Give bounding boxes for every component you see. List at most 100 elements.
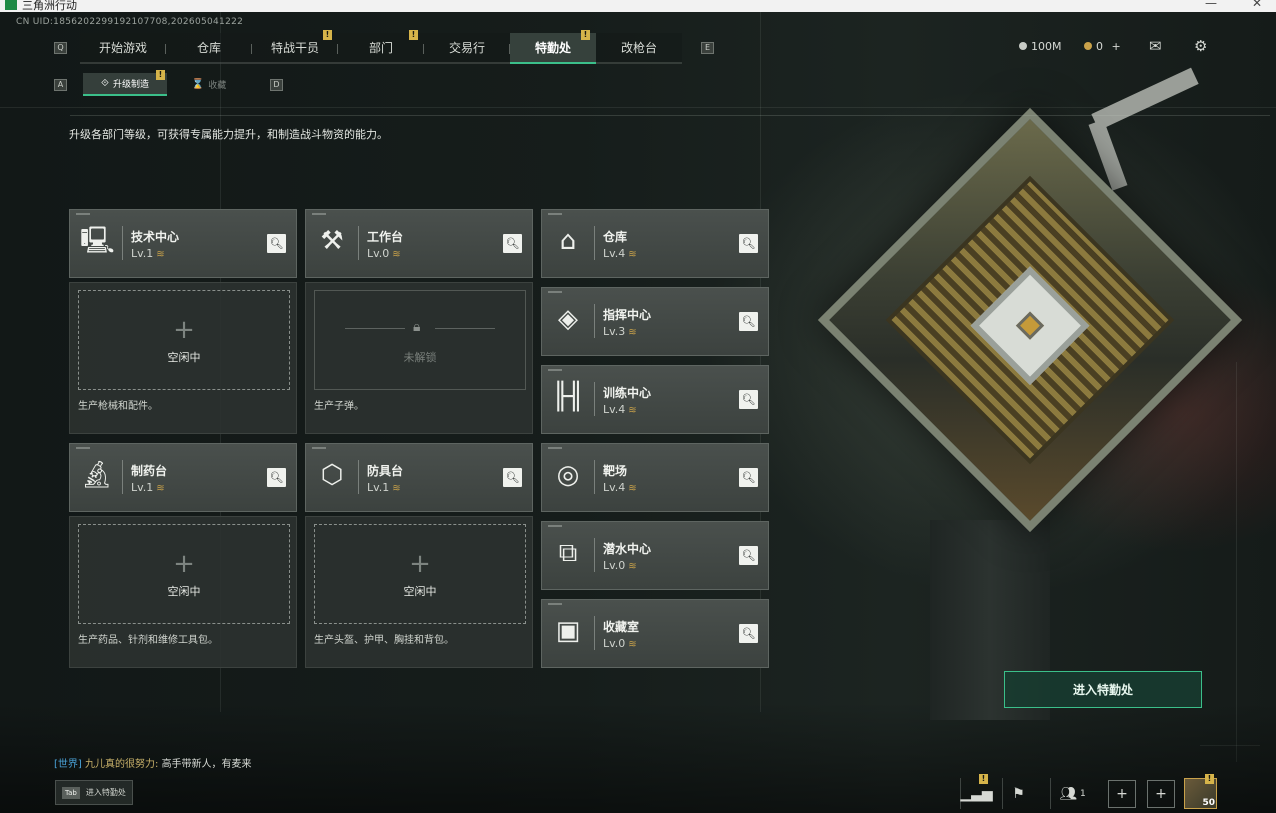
facility-card-tech-center[interactable]: 🖳 技术中心 Lv.1 ≋ 🔍︎ [69, 209, 297, 278]
search-icon[interactable]: 🔍︎ [739, 546, 758, 565]
friends-button[interactable]: 👥︎ 1 [1050, 778, 1094, 809]
production-panel-pharmacy: + 空闲中 生产药品、针剂和维修工具包。 [69, 516, 297, 668]
facility-name: 收藏室 [603, 620, 640, 634]
production-panel-armor-bench: + 空闲中 生产头盔、护甲、胸挂和背包。 [305, 516, 533, 668]
notification-badge: ! [581, 30, 590, 40]
subnav-next-key[interactable]: D [270, 79, 283, 91]
search-icon[interactable]: 🔍︎ [739, 468, 758, 487]
production-slot[interactable]: + 空闲中 [78, 524, 290, 624]
level-value: Lv.4 [603, 481, 626, 494]
command-icon: ◈ [558, 304, 578, 334]
subnav-prev-key[interactable]: A [54, 79, 67, 91]
section-divider [70, 115, 1270, 116]
facility-level: Lv.1 ≋ [131, 247, 165, 260]
search-icon[interactable]: 🔍︎ [739, 312, 758, 331]
facility-card-armor-bench[interactable]: ⬡ 防具台 Lv.1 ≋ 🔍︎ [305, 443, 533, 512]
gold-coin-icon [1084, 42, 1092, 50]
upgrade-arrow-icon: ≋ [156, 249, 165, 260]
facility-card-command-center[interactable]: ◈ 指挥中心 Lv.3 ≋ 🔍︎ [541, 287, 769, 356]
slot-status: 空闲中 [167, 351, 201, 364]
level-value: Lv.1 [131, 481, 154, 494]
silver-currency[interactable]: 100M [1019, 40, 1062, 53]
facility-level: Lv.1 ≋ [131, 481, 165, 494]
chat-message: 高手带新人，有麦来 [161, 759, 252, 770]
gear-icon[interactable]: ⚙ [1194, 37, 1207, 55]
facility-card-workbench[interactable]: ⚒ 工作台 Lv.0 ≋ 🔍︎ [305, 209, 533, 278]
tab-collection[interactable]: ⌛ 收藏 [167, 73, 251, 96]
nav-prev-key[interactable]: Q [54, 42, 67, 54]
close-button[interactable]: ✕ [1252, 0, 1262, 10]
facility-card-pharmacy[interactable]: 🔬︎ 制药台 Lv.1 ≋ 🔍︎ [69, 443, 297, 512]
upgrade-arrow-icon: ≋ [628, 561, 637, 572]
facility-name: 制药台 [131, 464, 168, 478]
search-icon[interactable]: 🔍︎ [739, 624, 758, 643]
player-avatar[interactable]: ! 50 [1184, 774, 1217, 809]
add-slot-button-2[interactable]: + [1147, 780, 1175, 808]
diving-mask-icon: ⧉ [558, 538, 578, 568]
facility-name: 防具台 [367, 464, 404, 478]
flag-icon: ⚑ [1012, 785, 1025, 802]
add-slot-button-1[interactable]: + [1108, 780, 1136, 808]
tab-shortcut-hint[interactable]: Tab 进入特勤处 [55, 780, 133, 805]
search-icon[interactable]: 🔍︎ [739, 390, 758, 409]
notification-badge: ! [409, 30, 418, 40]
facility-name: 技术中心 [131, 230, 180, 244]
facility-card-warehouse[interactable]: ⌂ 仓库 Lv.4 ≋ 🔍︎ [541, 209, 769, 278]
tab-special-ops[interactable]: 特勤处 ! [510, 30, 596, 64]
search-icon[interactable]: 🔍︎ [267, 234, 286, 253]
dumbbell-icon: ╟╢ [552, 382, 584, 412]
special-ops-cube-image [810, 100, 1250, 540]
tab-operators[interactable]: 特战干员 ! [252, 30, 338, 64]
tab-label: 特战干员 [270, 41, 319, 55]
facility-level: Lv.1 ≋ [367, 481, 401, 494]
upgrade-icon: ⟐ [101, 78, 109, 89]
nav-next-key[interactable]: E [701, 42, 714, 54]
tab-upgrade-craft[interactable]: ⟐ 升级制造 ! [83, 70, 167, 96]
stats-button[interactable]: ▁▃▅ ! [960, 774, 993, 809]
tab-department[interactable]: 部门 ! [338, 30, 424, 64]
facility-card-diving-center[interactable]: ⧉ 潜水中心 Lv.0 ≋ 🔍︎ [541, 521, 769, 590]
silver-amount: 100M [1031, 40, 1062, 53]
level-value: Lv.0 [603, 637, 626, 650]
minimize-button[interactable]: — [1205, 0, 1217, 10]
facility-level: Lv.3 ≋ [603, 325, 637, 338]
search-icon[interactable]: 🔍︎ [503, 468, 522, 487]
facility-card-collection-room[interactable]: ▣ 收藏室 Lv.0 ≋ 🔍︎ [541, 599, 769, 668]
level-value: Lv.3 [603, 325, 626, 338]
gold-currency[interactable]: 0 + [1084, 40, 1121, 53]
upgrade-arrow-icon: ≋ [628, 405, 637, 416]
tab-gunsmith[interactable]: 改枪台 [596, 33, 682, 64]
flag-button[interactable]: ⚑ [1002, 778, 1034, 809]
chat-channel: [世界] [54, 759, 82, 770]
level-value: Lv.1 [367, 481, 390, 494]
world-chat-line[interactable]: [世界] 九儿真的很努力: 高手带新人，有麦来 [54, 755, 252, 770]
upgrade-arrow-icon: ≋ [156, 483, 165, 494]
notification-badge: ! [323, 30, 332, 40]
lock-icon: 🔒︎ [413, 319, 421, 335]
envelope-icon[interactable]: ✉ [1149, 37, 1162, 55]
production-slot[interactable]: + 空闲中 [78, 290, 290, 390]
tab-trading[interactable]: 交易行 [424, 33, 510, 64]
facility-card-shooting-range[interactable]: ◎ 靶场 Lv.4 ≋ 🔍︎ [541, 443, 769, 512]
search-icon[interactable]: 🔍︎ [267, 468, 286, 487]
add-currency-icon[interactable]: + [1112, 40, 1121, 53]
user-uid: CN UID:1856202299192107708,202605041222 [16, 17, 244, 27]
production-slot[interactable]: + 空闲中 [314, 524, 526, 624]
tab-start-game[interactable]: 开始游戏 [80, 33, 166, 64]
computer-icon: 🖳 [80, 226, 115, 256]
warehouse-icon: ⌂ [559, 226, 577, 256]
facility-note: 生产枪械和配件。 [78, 401, 158, 412]
add-icon: + [173, 549, 195, 579]
slot-status: 未解锁 [403, 351, 437, 364]
enter-special-ops-button[interactable]: 进入特勤处 [1004, 671, 1202, 708]
level-value: Lv.0 [603, 559, 626, 572]
window-titlebar: 三角洲行动 — ✕ [0, 0, 1276, 12]
tab-warehouse[interactable]: 仓库 [166, 33, 252, 64]
search-icon[interactable]: 🔍︎ [503, 234, 522, 253]
facility-card-training-center[interactable]: ╟╢ 训练中心 Lv.4 ≋ 🔍︎ [541, 365, 769, 434]
tab-label: 交易行 [448, 41, 485, 55]
friends-count: 1 [1080, 788, 1086, 799]
facility-name: 工作台 [367, 230, 404, 244]
search-icon[interactable]: 🔍︎ [739, 234, 758, 253]
plus-icon: + [1116, 786, 1128, 802]
